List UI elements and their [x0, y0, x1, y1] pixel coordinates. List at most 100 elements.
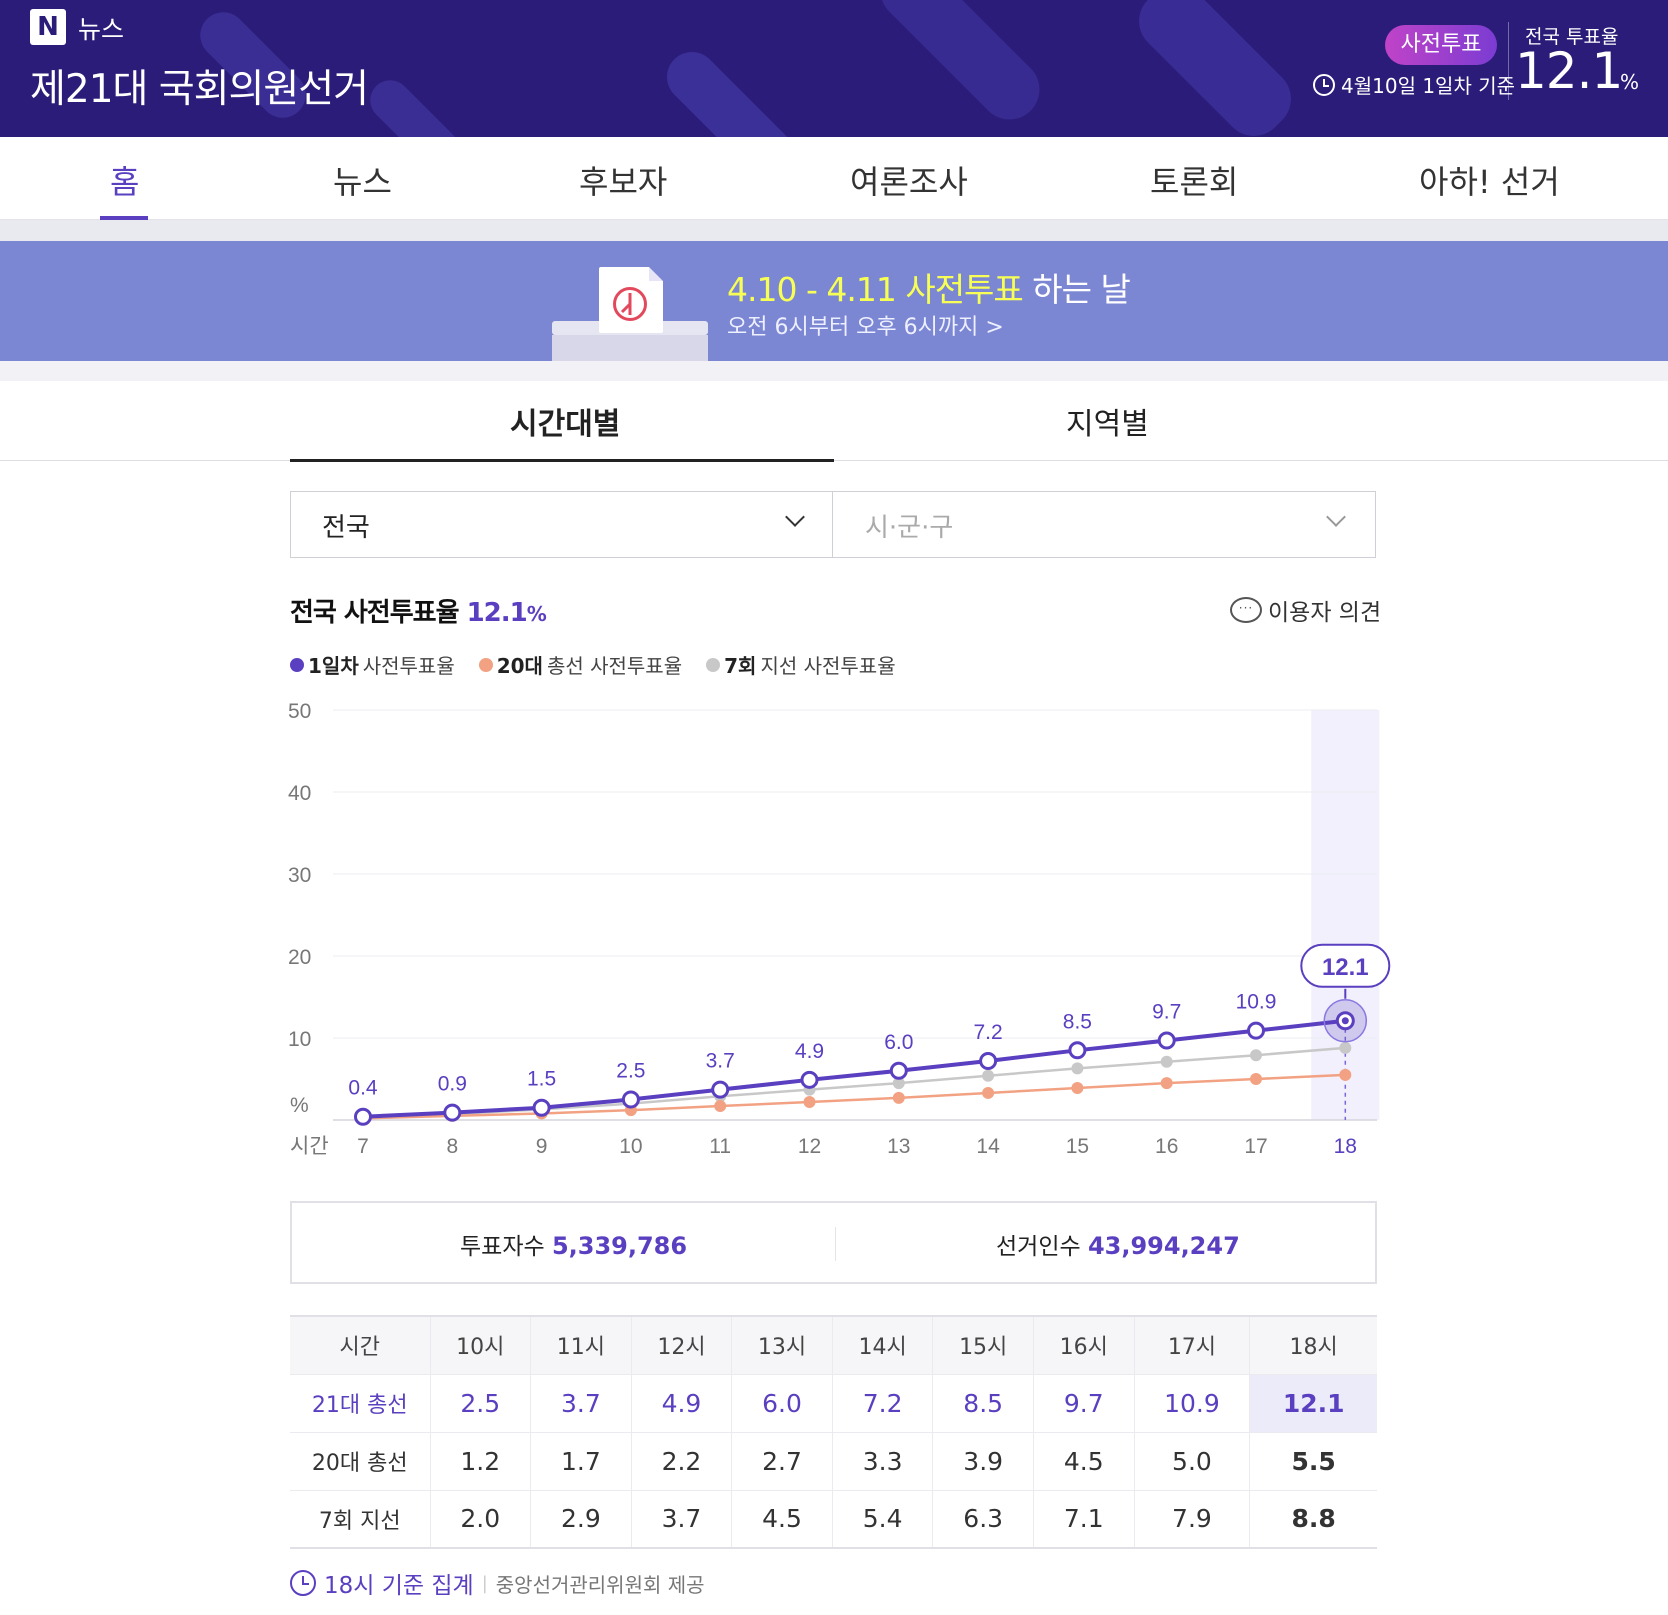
table-cell: 5.0 — [1133, 1431, 1250, 1490]
data-label: 1.5 — [527, 1068, 556, 1091]
table-header: 13시 — [731, 1315, 833, 1374]
electors-value: 43,994,247 — [1087, 1232, 1240, 1260]
x-tick-label: 17 — [1244, 1135, 1267, 1158]
clock-icon — [290, 1570, 316, 1596]
x-tick-label: 14 — [976, 1135, 1000, 1158]
table-cell: 6.0 — [731, 1373, 833, 1432]
electors-label: 선거인수 — [996, 1234, 1081, 1260]
table-cell: 3.7 — [530, 1373, 632, 1432]
table-cell: 1.2 — [429, 1431, 531, 1490]
data-point — [711, 1080, 730, 1099]
table-cell: 7.9 — [1133, 1489, 1250, 1549]
data-label: 10.9 — [1236, 991, 1277, 1014]
table-cell: 9.7 — [1032, 1373, 1135, 1432]
row-label: 20대 총선 — [290, 1431, 430, 1490]
table-cell: 7.1 — [1032, 1489, 1135, 1549]
x-tick-label: 8 — [446, 1135, 458, 1158]
table-header: 17시 — [1133, 1315, 1250, 1374]
y-axis-unit: % — [290, 1094, 309, 1117]
series-line — [362, 1018, 1346, 1119]
x-tick-label: 18 — [1334, 1135, 1357, 1158]
table-cell: 4.9 — [630, 1373, 732, 1432]
table-row: 20대 총선 1.2 1.7 2.2 2.7 3.3 3.9 4.5 5.0 5… — [290, 1431, 1377, 1490]
data-point — [1247, 1021, 1265, 1040]
table-cell: 10.9 — [1133, 1373, 1250, 1432]
voters-count: 투표자수 5,339,786 — [460, 1227, 687, 1261]
data-point — [979, 1051, 998, 1070]
data-point — [1071, 1082, 1084, 1095]
row-label: 21대 총선 — [290, 1373, 430, 1432]
table-cell: 3.3 — [831, 1431, 933, 1490]
table-cell: 2.2 — [630, 1431, 732, 1490]
data-label: 9.7 — [1152, 1000, 1181, 1023]
table-cell: 2.5 — [429, 1373, 531, 1432]
table-cell: 3.9 — [932, 1431, 1034, 1490]
data-label: 3.7 — [706, 1050, 735, 1073]
table-header-row: 시간 10시 11시 12시 13시 14시 15시 16시 17시 18시 — [290, 1315, 1377, 1374]
vote-summary: 투표자수 5,339,786 선거인수 43,994,247 — [290, 1201, 1377, 1284]
x-tick-label: 11 — [709, 1135, 731, 1158]
data-label: 0.9 — [438, 1073, 467, 1096]
table-header: 12시 — [630, 1315, 732, 1374]
y-tick-label: 10 — [288, 1028, 311, 1051]
data-point — [1250, 1073, 1262, 1085]
data-point — [982, 1086, 995, 1099]
x-tick-label: 7 — [357, 1135, 369, 1158]
separator: | — [481, 1572, 488, 1594]
data-point — [1339, 1041, 1352, 1054]
aggregation-time: 18시 기준 집계 — [324, 1573, 474, 1599]
summary-divider — [835, 1227, 836, 1261]
highlight-column — [1311, 710, 1380, 1120]
data-point — [1068, 1041, 1087, 1060]
table-cell: 3.7 — [630, 1489, 732, 1549]
table-header: 시간 — [290, 1315, 430, 1374]
x-tick-label: 10 — [619, 1135, 642, 1158]
electors-count: 선거인수 43,994,247 — [996, 1227, 1240, 1261]
data-label: 0.4 — [348, 1077, 378, 1100]
data-source: 중앙선거관리위원회 제공 — [495, 1572, 705, 1597]
data-point — [1339, 1068, 1352, 1081]
data-point — [1250, 1049, 1262, 1062]
table-cell: 1.7 — [530, 1431, 632, 1490]
data-label: 2.5 — [616, 1060, 645, 1083]
turnout-line-chart: 10 20 30 40 50% 시간 7 8 9 10 11 12 13 14 15 16 17 18 0.4 0.9… — [288, 700, 1391, 1158]
data-point — [800, 1070, 819, 1089]
voters-label: 투표자수 — [460, 1234, 545, 1260]
table-cell: 6.3 — [932, 1489, 1034, 1549]
table-cell: 2.0 — [429, 1489, 531, 1549]
y-tick-label: 30 — [288, 864, 311, 887]
x-tick-label: 9 — [536, 1135, 548, 1158]
table-row: 21대 총선 2.5 3.7 4.9 6.0 7.2 8.5 9.7 10.9 … — [290, 1373, 1377, 1432]
y-tick-label: 20 — [288, 946, 311, 969]
data-label: 6.0 — [884, 1031, 913, 1054]
table-header: 10시 — [429, 1315, 531, 1374]
table-header: 14시 — [831, 1315, 933, 1374]
x-axis-label: 시간 — [290, 1135, 329, 1158]
table-cell: 4.5 — [731, 1489, 833, 1549]
table-cell: 8.5 — [932, 1373, 1034, 1432]
data-point — [892, 1091, 905, 1104]
table-cell: 2.7 — [731, 1431, 833, 1490]
turnout-table: 시간 10시 11시 12시 13시 14시 15시 16시 17시 18시 2… — [290, 1315, 1377, 1549]
data-label-callout: 12.1 — [1322, 954, 1369, 981]
table-header: 16시 — [1032, 1315, 1135, 1374]
data-point-center — [1341, 1017, 1349, 1025]
data-point — [354, 1107, 372, 1126]
data-point — [982, 1069, 995, 1082]
data-label: 7.2 — [973, 1021, 1002, 1044]
x-tick-label: 12 — [798, 1135, 821, 1158]
table-header: 11시 — [530, 1315, 632, 1374]
data-point — [1160, 1077, 1173, 1090]
table-row: 7회 지선 2.0 2.9 3.7 4.5 5.4 6.3 7.1 7.9 8.… — [290, 1489, 1377, 1549]
data-point — [532, 1098, 551, 1117]
table-cell-highlight: 12.1 — [1249, 1373, 1377, 1432]
aggregation-note: 18시 기준 집계 | 중앙선거관리위원회 제공 — [290, 1566, 705, 1600]
data-label: 4.9 — [795, 1040, 824, 1063]
table-cell: 8.8 — [1249, 1489, 1377, 1549]
y-tick-label: 50 — [288, 700, 311, 723]
data-point — [1071, 1062, 1084, 1075]
x-tick-label: 15 — [1066, 1135, 1089, 1158]
data-point — [443, 1103, 462, 1122]
data-point — [1157, 1031, 1176, 1050]
row-label: 7회 지선 — [290, 1489, 430, 1549]
